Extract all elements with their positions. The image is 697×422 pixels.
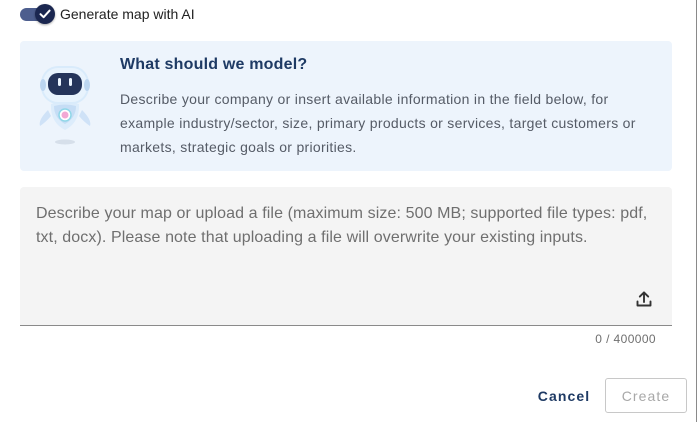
info-description: Describe your company or insert availabl… (120, 91, 636, 155)
generate-ai-toggle[interactable] (20, 3, 58, 25)
generate-ai-label: Generate map with AI (60, 6, 195, 22)
check-icon (39, 9, 51, 19)
generate-map-dialog: Generate map with AI What should we mode… (0, 0, 697, 422)
info-title: What should we model? (120, 56, 308, 73)
map-description-input[interactable] (20, 187, 672, 287)
toggle-knob (35, 4, 55, 24)
info-card: What should we model? Describe your comp… (20, 41, 672, 171)
cancel-button[interactable]: Cancel (530, 380, 598, 412)
robot-icon (39, 66, 91, 145)
ai-toggle-row: Generate map with AI (20, 2, 195, 26)
upload-icon (636, 291, 652, 307)
create-button[interactable]: Create (605, 378, 687, 413)
map-description-field (20, 187, 672, 326)
upload-file-button[interactable] (632, 287, 656, 311)
character-counter: 0 / 400000 (595, 332, 656, 346)
